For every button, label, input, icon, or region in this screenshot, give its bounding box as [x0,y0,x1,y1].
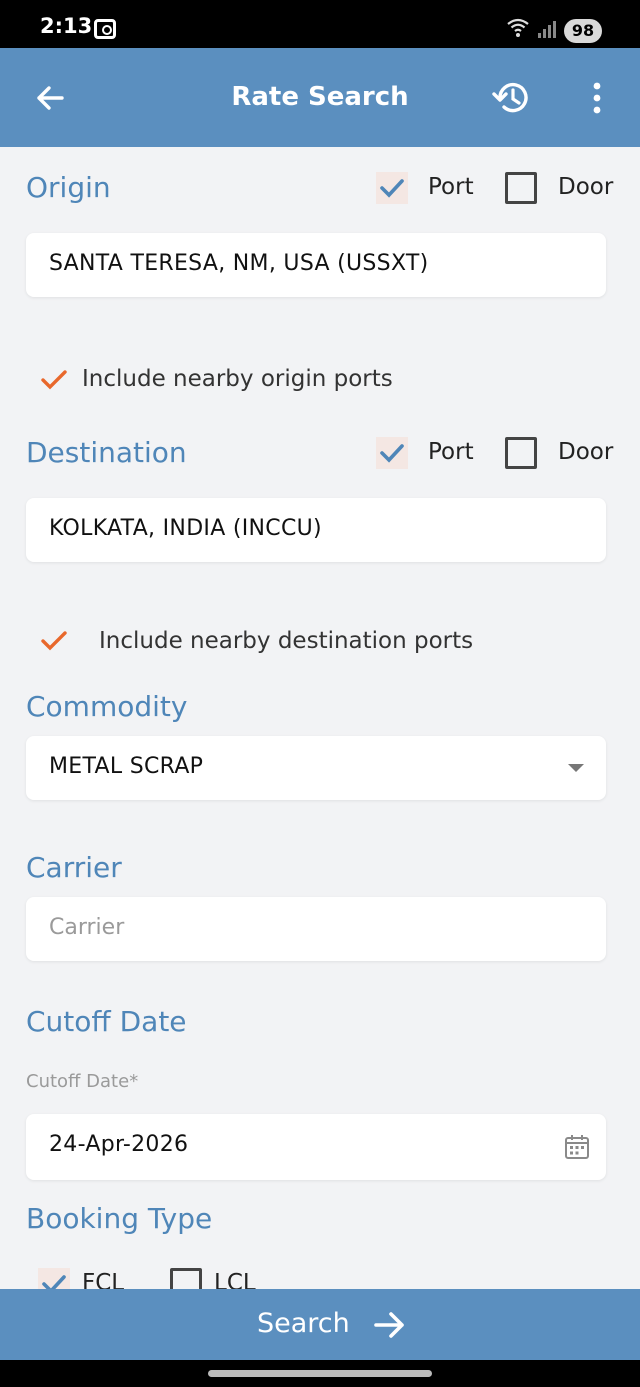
battery-indicator: 98 [564,19,602,43]
carrier-input[interactable]: Carrier [26,897,606,961]
check-icon[interactable] [40,368,68,392]
commodity-title: Commodity [26,690,188,723]
destination-port-label: Port [428,439,474,465]
search-button[interactable]: Search [0,1289,640,1360]
check-icon [380,444,404,463]
home-gesture-pill[interactable] [208,1370,432,1377]
dropdown-caret-icon [568,764,584,772]
origin-port-label: Port [428,174,474,200]
status-time: 2:13 [40,14,93,38]
destination-port-checkbox[interactable] [376,437,408,469]
history-icon[interactable] [492,78,532,118]
origin-nearby-label: Include nearby origin ports [82,366,393,392]
destination-nearby-label: Include nearby destination ports [99,628,474,654]
cutoff-title: Cutoff Date [26,1005,187,1038]
more-vert-icon[interactable] [584,80,610,116]
origin-input[interactable]: SANTA TERESA, NM, USA (USSXT) [26,233,606,297]
origin-door-label: Door [558,174,614,200]
carrier-placeholder: Carrier [49,915,125,940]
carrier-title: Carrier [26,851,122,884]
signal-icon [538,21,556,38]
cutoff-field-label: Cutoff Date* [26,1071,139,1092]
destination-title: Destination [26,436,187,469]
destination-type-group: Port Door [376,437,616,473]
calendar-icon[interactable] [564,1134,590,1160]
destination-value: KOLKATA, INDIA (INCCU) [49,516,322,541]
destination-door-checkbox[interactable] [505,437,537,469]
origin-value: SANTA TERESA, NM, USA (USSXT) [49,251,429,276]
cutoff-value: 24-Apr-2026 [49,1132,189,1157]
wifi-icon [507,18,529,37]
destination-door-label: Door [558,439,614,465]
check-icon[interactable] [40,629,68,653]
page-title: Rate Search [231,82,409,112]
system-nav-bar [0,1360,640,1387]
app-bar: Rate Search [0,48,640,147]
origin-type-group: Port Door [376,172,616,208]
origin-title: Origin [26,171,111,204]
origin-door-checkbox[interactable] [505,172,537,204]
commodity-select[interactable]: METAL SCRAP [26,736,606,800]
origin-port-checkbox[interactable] [376,172,408,204]
check-icon [380,179,404,198]
destination-input[interactable]: KOLKATA, INDIA (INCCU) [26,498,606,562]
arrow-right-icon [374,1312,404,1338]
booking-title: Booking Type [26,1202,213,1235]
status-bar: 2:13 98 [0,0,640,48]
cutoff-date-input[interactable]: 24-Apr-2026 [26,1114,606,1180]
screenshot-icon [94,19,116,39]
commodity-value: METAL SCRAP [49,754,204,779]
search-label: Search [257,1308,350,1339]
